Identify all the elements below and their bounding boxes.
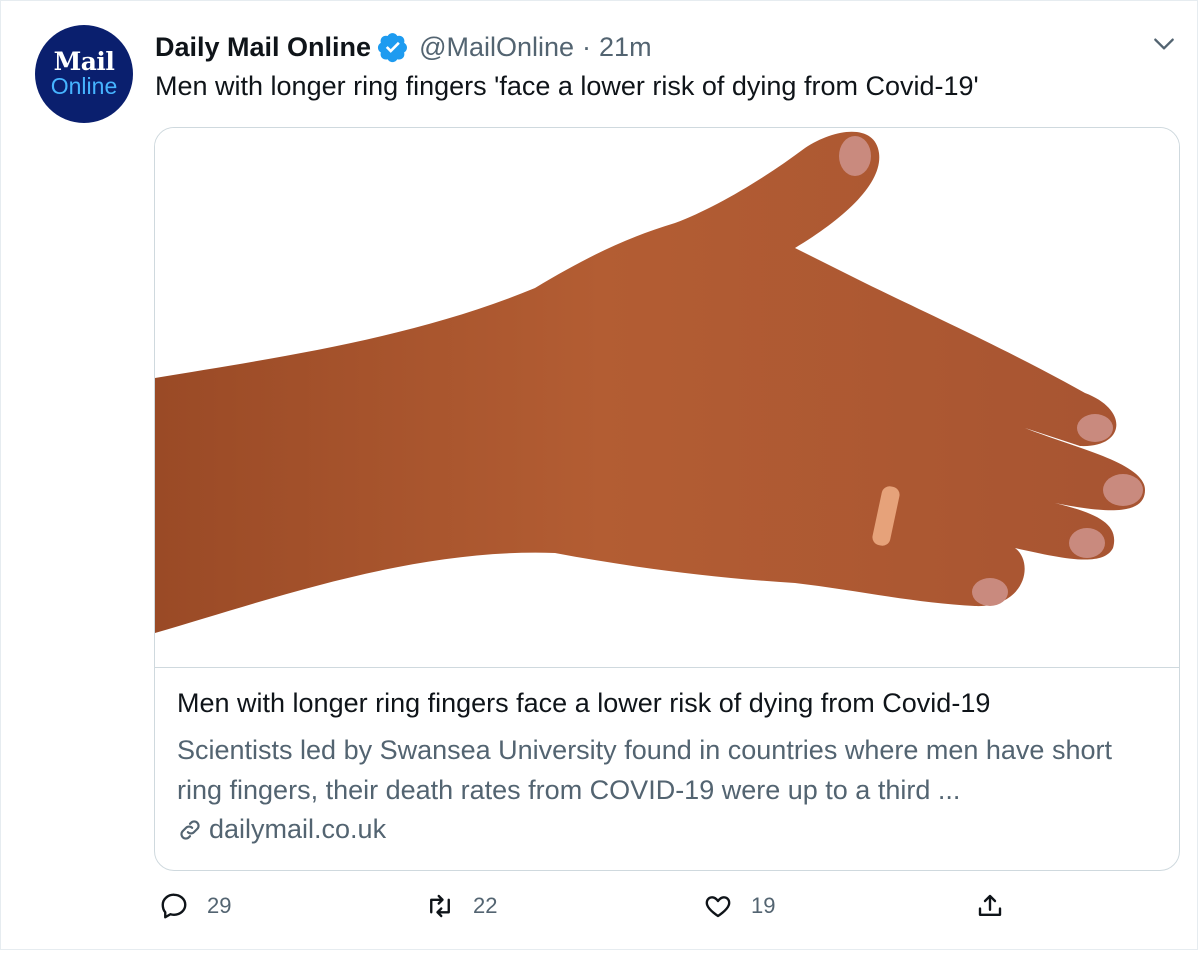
- reply-button[interactable]: 29: [159, 891, 231, 921]
- like-button[interactable]: 19: [703, 891, 775, 921]
- avatar-mail-text: Mail: [53, 47, 115, 76]
- author-name[interactable]: Daily Mail Online: [155, 32, 371, 63]
- share-icon: [978, 894, 1002, 916]
- share-button[interactable]: [975, 891, 1023, 921]
- retweet-icon: [430, 894, 450, 918]
- verified-icon: [377, 31, 409, 63]
- hand-photo: [155, 131, 1145, 633]
- card-domain-text: dailymail.co.uk: [209, 814, 387, 844]
- retweet-button[interactable]: 22: [425, 891, 497, 921]
- timestamp[interactable]: 21m: [599, 32, 652, 63]
- reply-icon: [161, 893, 187, 919]
- author-handle[interactable]: @MailOnline: [419, 32, 574, 63]
- card-title: Men with longer ring fingers face a lowe…: [177, 688, 991, 718]
- avatar[interactable]: Mail Online: [35, 25, 133, 123]
- avatar-online-text: Online: [50, 73, 118, 99]
- tweet-header: Daily Mail Online @MailOnline · 21m: [155, 27, 652, 67]
- link-icon: [180, 819, 200, 840]
- tweet[interactable]: Mail Online Daily Mail Online @MailOnlin…: [0, 0, 1198, 950]
- separator-dot: ·: [582, 31, 592, 62]
- reply-count: 29: [207, 893, 232, 918]
- card-description: Scientists led by Swansea University fou…: [177, 735, 1112, 805]
- card-domain: dailymail.co.uk: [177, 814, 386, 845]
- tweet-text: Men with longer ring fingers 'face a low…: [155, 71, 979, 101]
- chevron-down-icon[interactable]: [1151, 31, 1177, 57]
- card-image[interactable]: [155, 128, 1179, 668]
- like-icon: [705, 896, 731, 918]
- link-card[interactable]: Men with longer ring fingers face a lowe…: [154, 127, 1180, 871]
- retweet-count: 22: [473, 893, 498, 918]
- like-count: 19: [751, 893, 776, 918]
- tweet-actions: 29 22 19: [1, 891, 1197, 935]
